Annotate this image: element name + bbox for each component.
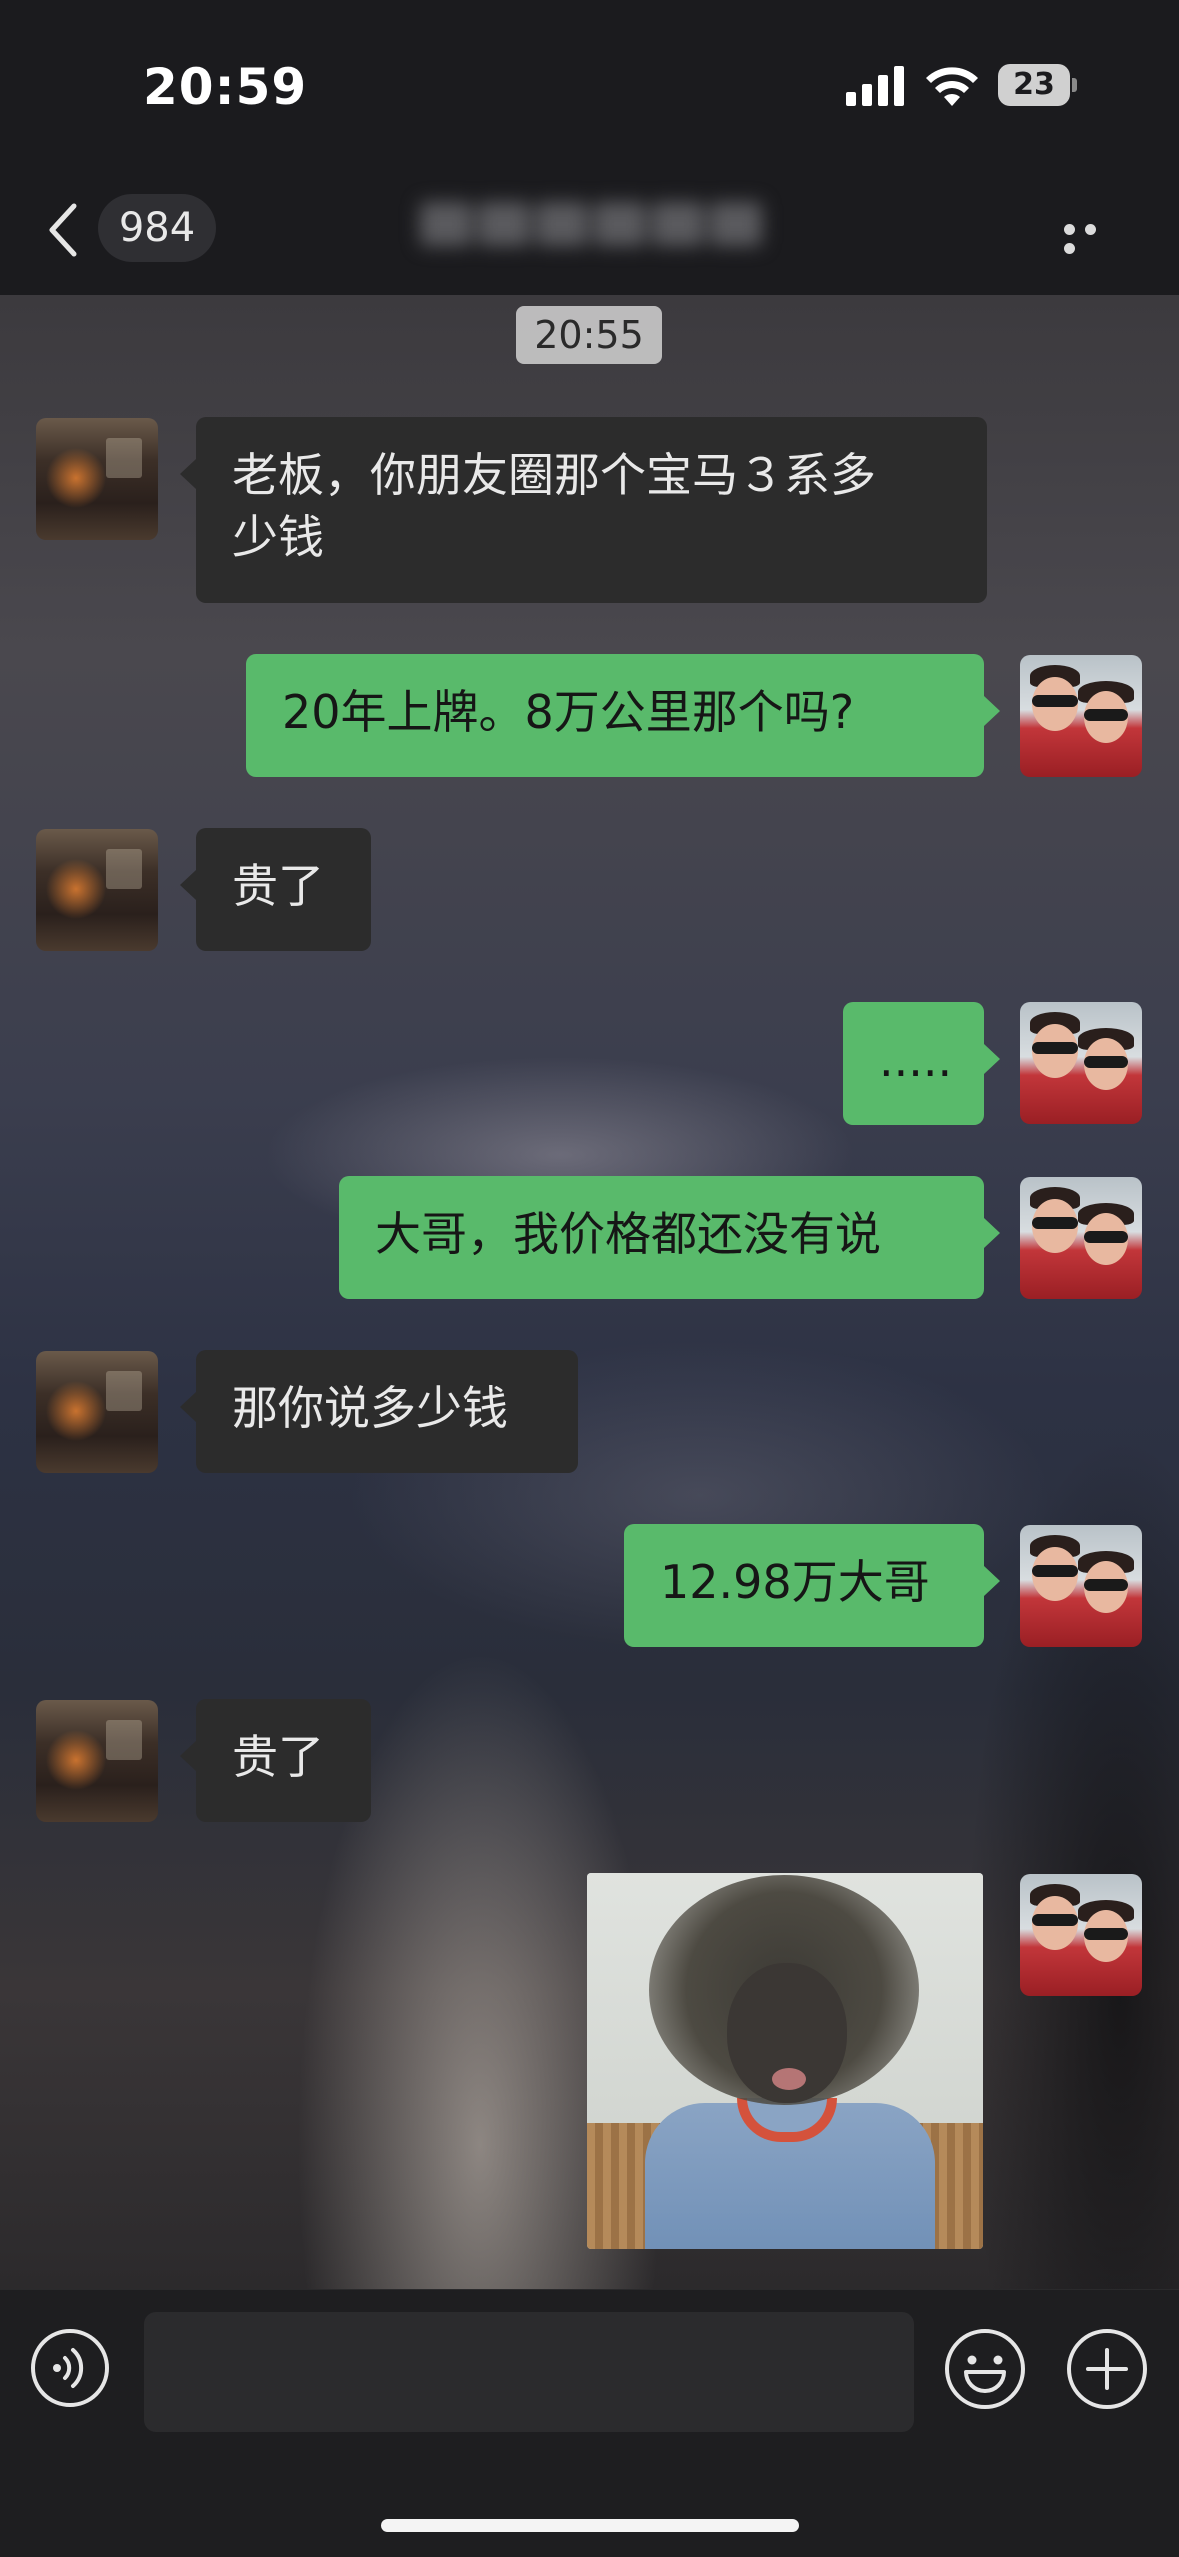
message-bubble-outgoing[interactable]: 20年上牌。8万公里那个吗?: [246, 654, 1000, 777]
unread-count-badge[interactable]: 984: [98, 194, 216, 262]
voice-input-icon[interactable]: [30, 2328, 110, 2408]
battery-icon: 23: [998, 64, 1078, 106]
status-time: 20:59: [143, 58, 308, 116]
home-indicator[interactable]: [381, 2519, 799, 2532]
message-bubble-outgoing[interactable]: .....: [843, 1002, 1000, 1125]
message-bubble-outgoing[interactable]: 大哥，我价格都还没有说: [339, 1176, 1000, 1299]
my-avatar[interactable]: [1020, 1177, 1142, 1299]
chat-nav-bar: 984: [0, 170, 1179, 295]
message-bubble-incoming[interactable]: 贵了: [180, 1699, 371, 1822]
input-bar: [0, 2289, 1179, 2557]
image-message[interactable]: [587, 1873, 983, 2249]
contact-avatar[interactable]: [36, 829, 158, 951]
wifi-icon: [926, 67, 978, 106]
message-bubble-incoming[interactable]: 那你说多少钱: [180, 1350, 578, 1473]
my-avatar[interactable]: [1020, 655, 1142, 777]
battery-level: 23: [1013, 67, 1055, 102]
contact-avatar[interactable]: [36, 1351, 158, 1473]
more-dots-icon[interactable]: [1064, 220, 1124, 254]
contact-avatar[interactable]: [36, 418, 158, 540]
message-bubble-incoming[interactable]: 老板，你朋友圈那个宝马３系多 少钱: [180, 417, 987, 603]
unread-count: 984: [118, 205, 196, 251]
emoji-icon[interactable]: [944, 2328, 1026, 2410]
back-chevron-icon[interactable]: [44, 200, 84, 260]
contact-avatar[interactable]: [36, 1700, 158, 1822]
cellular-signal-icon: [846, 66, 904, 106]
my-avatar[interactable]: [1020, 1002, 1142, 1124]
message-input[interactable]: [144, 2312, 914, 2432]
status-bar: 20:59 23: [0, 0, 1179, 170]
my-avatar[interactable]: [1020, 1525, 1142, 1647]
message-bubble-incoming[interactable]: 贵了: [180, 828, 371, 951]
chat-title-blurred: [420, 202, 780, 258]
message-bubble-outgoing[interactable]: 12.98万大哥: [624, 1524, 1000, 1647]
add-plus-icon[interactable]: [1066, 2328, 1148, 2410]
message-timestamp: 20:55: [516, 306, 662, 364]
my-avatar[interactable]: [1020, 1874, 1142, 1996]
